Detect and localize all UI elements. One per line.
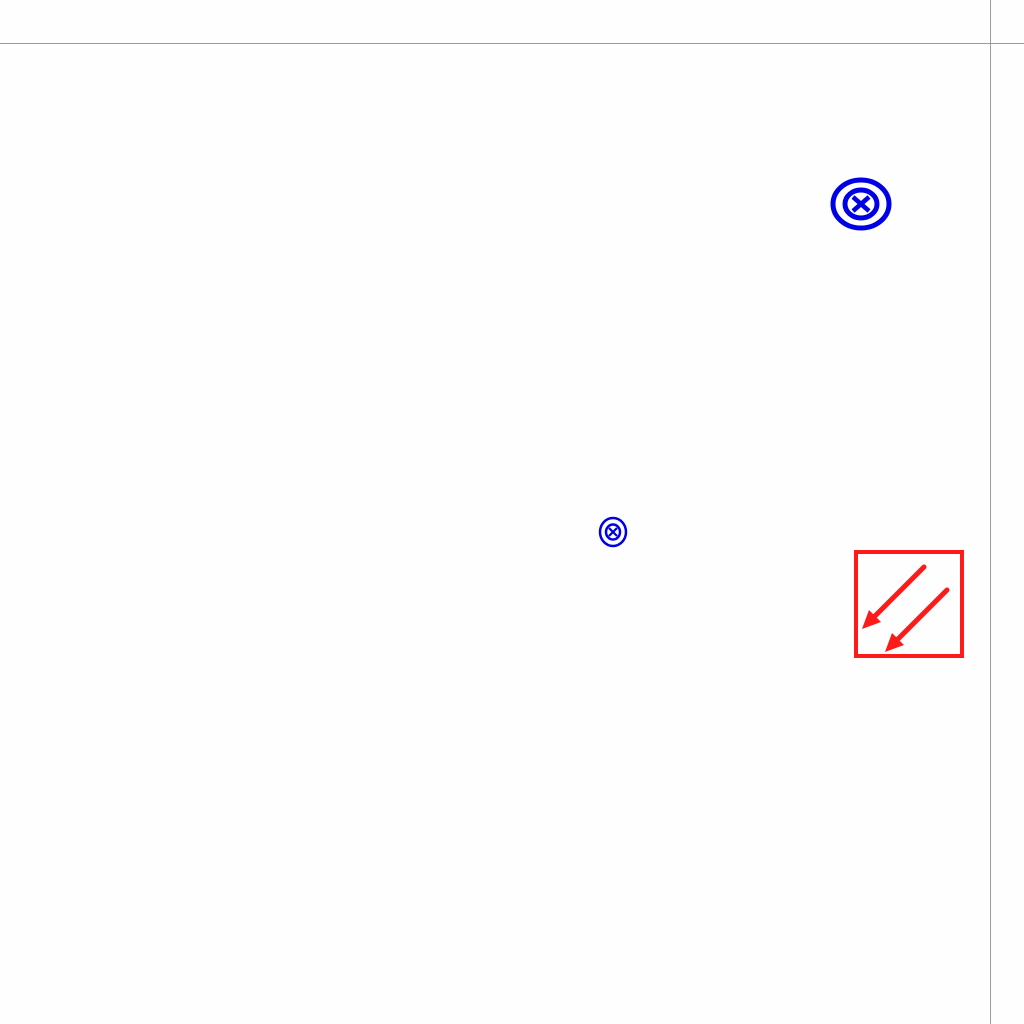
right-guide-line: [990, 0, 991, 1024]
drawing-canvas[interactable]: [0, 0, 1024, 1024]
circled-x-target-icon[interactable]: [826, 174, 896, 234]
double-arrow-down-left-icon[interactable]: [852, 548, 966, 662]
circled-x-target-icon[interactable]: [597, 515, 629, 549]
top-guide-line: [0, 43, 1024, 44]
